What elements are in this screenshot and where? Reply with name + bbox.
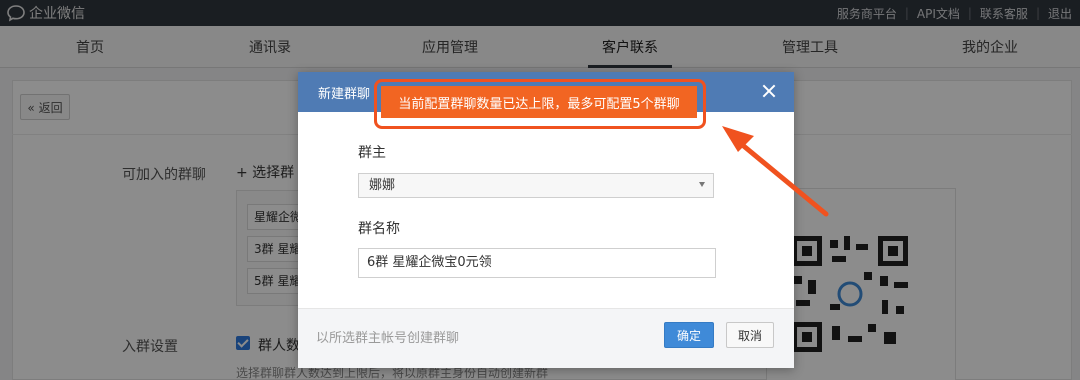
highlight-box [374, 79, 706, 129]
owner-label: 群主 [358, 145, 386, 161]
close-icon[interactable] [758, 80, 780, 102]
dialog-footer: 以所选群主帐号创建群聊 确定 取消 [298, 308, 794, 368]
group-name-input[interactable]: 6群 星耀企微宝0元领 [358, 248, 716, 278]
owner-select[interactable]: 娜娜 [358, 173, 714, 198]
dialog-title: 新建群聊 [318, 87, 371, 102]
group-name-label: 群名称 [358, 221, 400, 237]
chevron-down-icon [699, 182, 705, 187]
footer-note: 以所选群主帐号创建群聊 [316, 331, 460, 346]
cancel-button[interactable]: 取消 [726, 322, 774, 348]
confirm-button[interactable]: 确定 [664, 322, 714, 348]
owner-select-value: 娜娜 [369, 178, 396, 193]
